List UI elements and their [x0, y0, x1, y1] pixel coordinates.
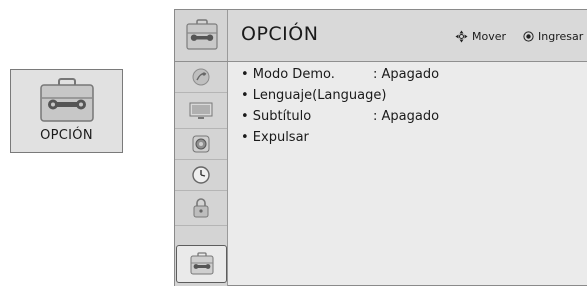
tv-screen-icon	[189, 102, 213, 119]
header-icon-box	[175, 10, 228, 61]
option-menu-panel: OPCIÓN Mover Ingresar • Modo Demo.: Apa…	[174, 9, 587, 286]
menu-item-demo-mode[interactable]: • Modo Demo. : Apagado	[241, 67, 581, 88]
sidebar-item-audio[interactable]	[175, 129, 227, 160]
menu-item-value: : Apagado	[373, 67, 440, 82]
menu-header: OPCIÓN Mover Ingresar	[175, 10, 587, 62]
enter-hint-label: Ingresar	[538, 30, 584, 43]
menu-item-subtitle[interactable]: • Subtítulo : Apagado	[241, 109, 581, 130]
sidebar-item-picture[interactable]	[175, 93, 227, 129]
ok-button-icon	[523, 31, 534, 42]
menu-item-label: • Lenguaje(Language)	[241, 88, 387, 103]
toolbox-icon	[186, 19, 218, 50]
lock-icon	[193, 198, 209, 218]
option-tile[interactable]: OPCIÓN	[10, 69, 123, 153]
menu-item-label: • Modo Demo.	[241, 67, 335, 82]
move-hint: Mover	[455, 30, 506, 43]
sidebar-item-option[interactable]	[176, 245, 227, 283]
clock-icon	[192, 166, 210, 184]
menu-item-value: : Apagado	[373, 109, 440, 124]
sidebar-item-channel[interactable]	[175, 62, 227, 93]
menu-title: OPCIÓN	[241, 23, 319, 45]
enter-hint: Ingresar	[523, 30, 583, 43]
menu-content: • Modo Demo. : Apagado • Lenguaje(Langua…	[241, 67, 581, 151]
category-sidebar	[175, 62, 228, 286]
toolbox-icon	[40, 78, 94, 122]
sidebar-item-time[interactable]	[175, 160, 227, 191]
menu-item-label: • Expulsar	[241, 130, 309, 145]
menu-item-label: • Subtítulo	[241, 109, 312, 124]
arrow-pad-icon	[455, 30, 468, 43]
satellite-dish-icon	[192, 68, 210, 86]
sidebar-item-lock[interactable]	[175, 191, 227, 226]
speaker-icon	[192, 135, 210, 153]
tile-label: OPCIÓN	[40, 128, 93, 143]
move-hint-label: Mover	[472, 30, 507, 43]
toolbox-icon	[190, 252, 213, 275]
menu-item-language[interactable]: • Lenguaje(Language)	[241, 88, 581, 109]
menu-item-eject[interactable]: • Expulsar	[241, 130, 581, 151]
